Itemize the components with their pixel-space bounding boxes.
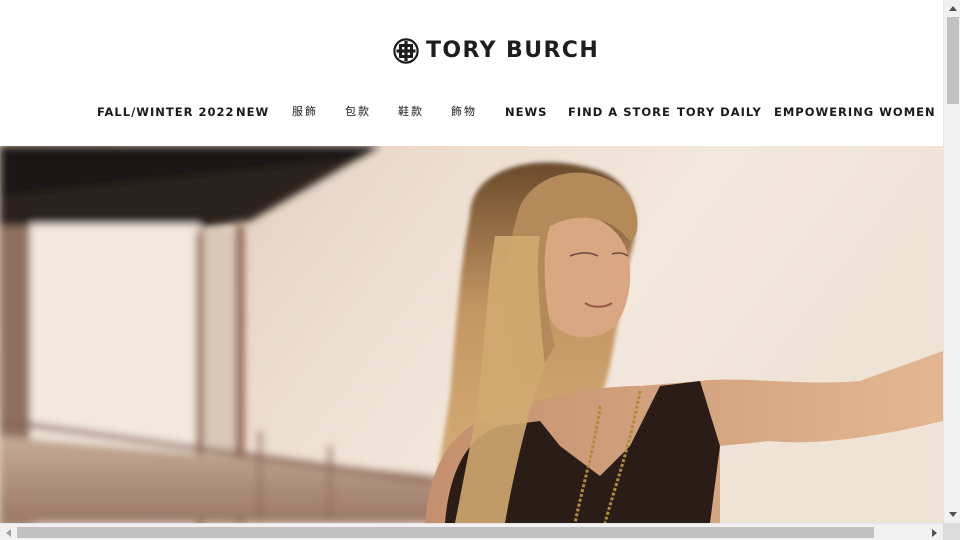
nav-item-find-a-store[interactable]: FIND A STORE <box>568 103 671 121</box>
nav-item-tory-daily[interactable]: TORY DAILY <box>677 103 762 121</box>
tory-burch-monogram-icon <box>393 38 419 64</box>
brand-logo-link[interactable]: TORY BURCH <box>393 37 599 65</box>
nav-item-shoes[interactable]: 鞋款 <box>398 103 424 121</box>
scrollbar-corner <box>943 523 960 540</box>
campaign-photo <box>0 146 943 523</box>
scroll-up-arrow-icon[interactable] <box>944 0 960 17</box>
hero-banner[interactable] <box>0 146 943 523</box>
horizontal-scrollbar[interactable] <box>0 523 943 540</box>
page: TORY BURCH FALL/WINTER 2022 NEW 服飾 包款 鞋款… <box>0 0 943 523</box>
nav-item-accessories[interactable]: 飾物 <box>451 103 477 121</box>
site-header: TORY BURCH FALL/WINTER 2022 NEW 服飾 包款 鞋款… <box>0 0 943 146</box>
nav-item-new[interactable]: NEW <box>236 103 269 121</box>
scroll-down-arrow-icon[interactable] <box>944 506 960 523</box>
vertical-scrollbar[interactable] <box>943 0 960 523</box>
scroll-right-arrow-icon[interactable] <box>926 524 943 540</box>
nav-item-news[interactable]: NEWS <box>505 103 547 121</box>
nav-item-apparel[interactable]: 服飾 <box>292 103 318 121</box>
nav-item-empowering-women[interactable]: EMPOWERING WOMEN <box>774 103 936 121</box>
main-navigation: FALL/WINTER 2022 NEW 服飾 包款 鞋款 飾物 NEWS FI… <box>0 103 943 121</box>
scroll-left-arrow-icon[interactable] <box>0 524 17 540</box>
horizontal-scroll-thumb[interactable] <box>17 527 874 538</box>
vertical-scroll-thumb[interactable] <box>947 17 959 104</box>
nav-item-bags[interactable]: 包款 <box>345 103 371 121</box>
brand-name: TORY BURCH <box>426 38 600 63</box>
nav-item-fall-winter-2022[interactable]: FALL/WINTER 2022 <box>97 103 234 121</box>
